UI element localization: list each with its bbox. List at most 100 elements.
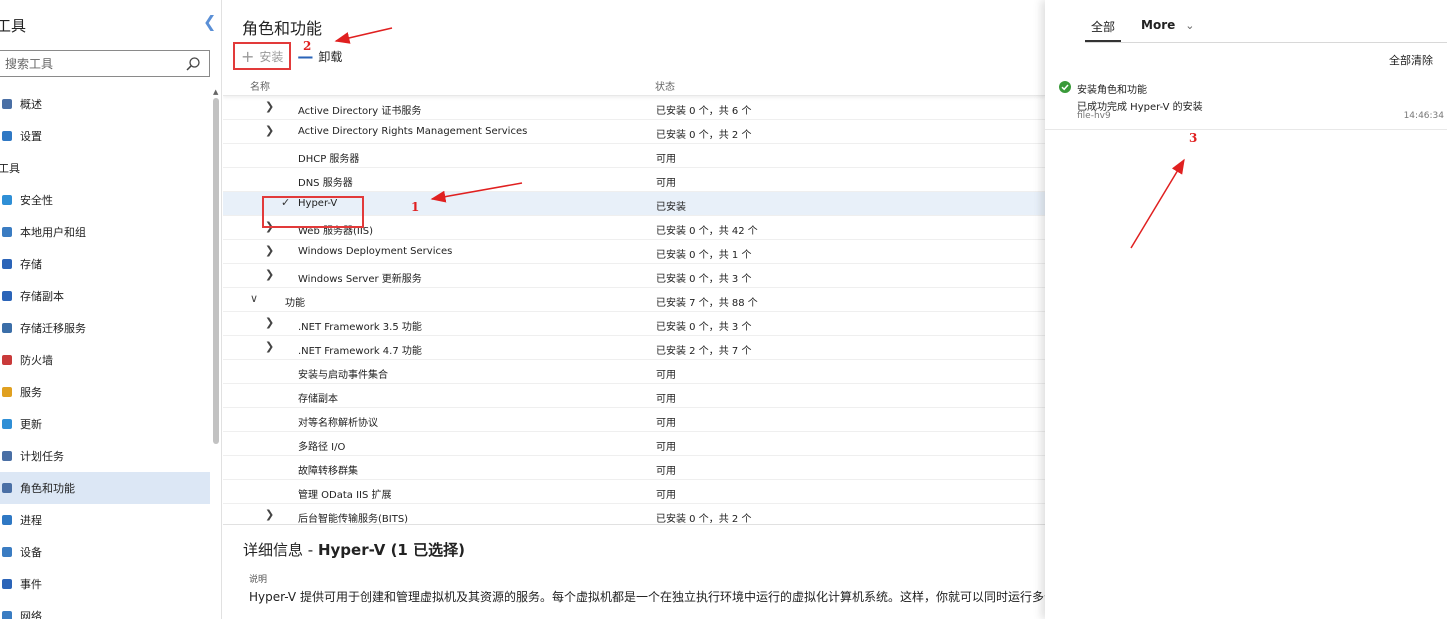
grid-body: ❯ Active Directory 证书服务 已安装 0 个，共 6 个 ❯ Acti… [223, 96, 1045, 524]
tabs-divider [1085, 42, 1447, 43]
row-name: DNS 服务器 [298, 178, 353, 189]
tool-icon [2, 259, 12, 269]
chevron-right-icon[interactable]: ❯ [265, 100, 274, 113]
details-description-label: 说明 [249, 575, 268, 585]
sidebar-item[interactable]: 事件 [0, 568, 210, 600]
sidebar-item[interactable]: 计划任务 [0, 440, 210, 472]
sidebar-item-label: 事件 [20, 578, 42, 591]
table-row[interactable]: ❯ Windows Server 更新服务 已安装 0 个，共 3 个 [223, 264, 1045, 288]
sidebar-item-label: 存储 [20, 258, 42, 271]
clear-all-button[interactable]: 全部清除 [1389, 52, 1433, 68]
table-row[interactable]: ∨ 功能 已安装 7 个，共 88 个 [223, 288, 1045, 312]
table-row[interactable]: DHCP 服务器 可用 [223, 144, 1045, 168]
row-name: 安装与启动事件集合 [298, 370, 388, 381]
table-row[interactable]: ❯ .NET Framework 4.7 功能 已安装 2 个，共 7 个 [223, 336, 1045, 360]
column-header-status[interactable]: 状态 [655, 78, 675, 93]
sidebar-item[interactable]: 服务 [0, 376, 210, 408]
sidebar-item[interactable]: 安全性 [0, 184, 210, 216]
search-tools-input[interactable] [0, 51, 179, 76]
tab-all[interactable]: 全部 [1085, 18, 1122, 42]
sidebar-item[interactable]: 角色和功能 [0, 472, 210, 504]
sidebar-item[interactable]: 设置 [0, 120, 210, 152]
annotation-number-3: 3 [1189, 131, 1198, 145]
sidebar-item-label: 设备 [20, 546, 42, 559]
annotation-number-1: 1 [411, 200, 420, 214]
sidebar-item-label: 概述 [20, 98, 42, 111]
table-row[interactable]: ❯ Windows Deployment Services 已安装 0 个，共 1 … [223, 240, 1045, 264]
sidebar-item[interactable]: 防火墙 [0, 344, 210, 376]
table-row[interactable]: ❯ Active Directory 证书服务 已安装 0 个，共 6 个 [223, 96, 1045, 120]
table-row[interactable]: 对等名称解析协议 可用 [223, 408, 1045, 432]
table-row[interactable]: 存储副本 可用 [223, 384, 1045, 408]
sidebar-item[interactable]: 更新 [0, 408, 210, 440]
scroll-up-arrow-icon[interactable]: ▲ [213, 88, 218, 96]
row-status: 已安装 0 个，共 3 个 [656, 322, 752, 333]
sidebar-item[interactable]: 本地用户和组 [0, 216, 210, 248]
chevron-right-icon[interactable]: ❯ [265, 316, 274, 329]
row-name: 故障转移群集 [298, 466, 358, 477]
notification-title: 安装角色和功能 [1077, 85, 1147, 96]
row-status: 已安装 0 个，共 1 个 [656, 250, 752, 261]
sidebar-tool-list: 概述 设置 工具 安全性 本地用户和组 存储 存储副本 存储迁移服务 防火墙 服务 更新 计划任务 角色… [0, 88, 210, 619]
table-row[interactable]: ✓ Hyper-V 已安装 [223, 192, 1045, 216]
sidebar-item-label: 服务 [20, 386, 42, 399]
table-row[interactable]: DNS 服务器 可用 [223, 168, 1045, 192]
chevron-right-icon[interactable]: ❯ [265, 340, 274, 353]
notification-item[interactable]: 安装角色和功能 已成功完成 Hyper-V 的安装 file-hv9 14:46… [1045, 72, 1447, 130]
sidebar-item[interactable]: 概述 [0, 88, 210, 120]
sidebar-item[interactable]: 网络 [0, 600, 210, 619]
success-check-icon [1059, 81, 1071, 93]
tool-icon [2, 323, 12, 333]
chevron-right-icon[interactable]: ❯ [265, 124, 274, 137]
sidebar-item[interactable]: 存储副本 [0, 280, 210, 312]
table-row[interactable]: 故障转移群集 可用 [223, 456, 1045, 480]
toolbar: + 安装 — 卸载 [233, 42, 348, 70]
sidebar-item-label: 防火墙 [20, 354, 53, 367]
collapse-sidebar-icon[interactable]: ❮ [203, 12, 216, 31]
sidebar-item-label: 计划任务 [20, 450, 64, 463]
row-name: 对等名称解析协议 [298, 418, 378, 429]
install-button[interactable]: + 安装 [233, 42, 292, 70]
sidebar-item-label: 角色和功能 [20, 482, 75, 495]
sidebar-scrollbar[interactable] [213, 98, 219, 444]
chevron-right-icon[interactable]: ❯ [265, 244, 274, 257]
row-name: Web 服务器(IIS) [298, 226, 374, 237]
table-row[interactable]: 管理 OData IIS 扩展 可用 [223, 480, 1045, 504]
search-tools-box[interactable] [0, 50, 210, 77]
uninstall-button[interactable]: — 卸载 [291, 42, 348, 70]
tool-icon [2, 611, 12, 619]
annotation-number-2: 2 [303, 39, 312, 53]
main-pane: 角色和功能 + 安装 — 卸载 名称 状态 ❯ Active Directory … [223, 0, 1045, 619]
sidebar-item[interactable]: 存储 [0, 248, 210, 280]
row-name: 存储副本 [298, 394, 338, 405]
install-label: 安装 [259, 49, 284, 64]
row-name: 多路径 I/O [298, 442, 346, 453]
chevron-right-icon[interactable]: ❯ [265, 268, 274, 281]
row-status: 可用 [656, 442, 676, 453]
table-row[interactable]: ❯ 后台智能传输服务(BITS) 已安装 0 个，共 2 个 [223, 504, 1045, 524]
sidebar-item[interactable]: 进程 [0, 504, 210, 536]
row-status: 已安装 7 个，共 88 个 [656, 298, 758, 309]
chevron-right-icon[interactable]: ❯ [265, 220, 274, 233]
table-row[interactable]: ❯ Active Directory Rights Management Serv… [223, 120, 1045, 144]
chevron-down-icon: ⌄ [1185, 19, 1195, 32]
sidebar-item[interactable]: 存储迁移服务 [0, 312, 210, 344]
table-row[interactable]: ❯ .NET Framework 3.5 功能 已安装 0 个，共 3 个 [223, 312, 1045, 336]
sidebar-item-label: 本地用户和组 [20, 226, 86, 239]
row-status: 可用 [656, 394, 676, 405]
sidebar-item[interactable]: 设备 [0, 536, 210, 568]
chevron-right-icon[interactable]: ❯ [265, 508, 274, 521]
chevron-down-icon[interactable]: ∨ [250, 292, 258, 305]
search-icon[interactable] [185, 56, 201, 72]
sidebar-item-label: 存储副本 [20, 290, 64, 303]
table-row[interactable]: ❯ Web 服务器(IIS) 已安装 0 个，共 42 个 [223, 216, 1045, 240]
details-pane: 详细信息 - Hyper-V (1 已选择) 说明 Hyper-V 提供可用于创… [223, 524, 1045, 619]
column-header-name[interactable]: 名称 [250, 78, 270, 93]
table-row[interactable]: 多路径 I/O 可用 [223, 432, 1045, 456]
row-name: Windows Server 更新服务 [298, 274, 422, 285]
row-name: 功能 [285, 298, 305, 309]
tab-more[interactable]: More ⌄ [1141, 18, 1194, 42]
row-status: 已安装 0 个，共 2 个 [656, 130, 752, 141]
row-status: 已安装 [656, 202, 686, 213]
table-row[interactable]: 安装与启动事件集合 可用 [223, 360, 1045, 384]
